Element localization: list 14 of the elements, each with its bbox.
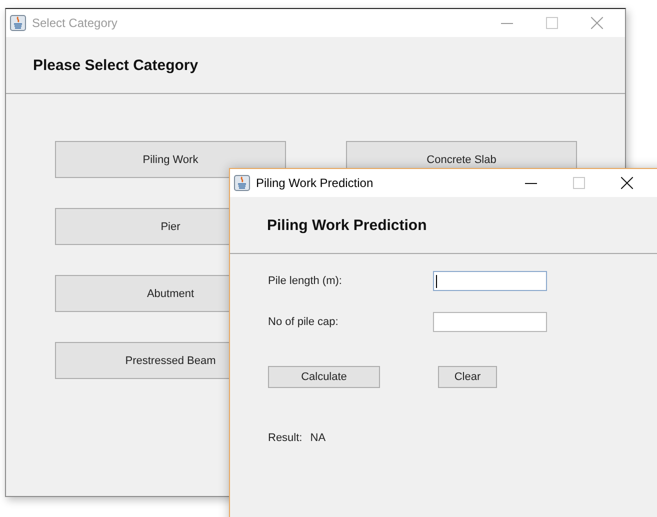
result-label: Result: bbox=[268, 432, 302, 444]
close-icon[interactable] bbox=[621, 177, 633, 189]
action-button[interactable]: Calculate bbox=[268, 366, 380, 388]
window-title: Piling Work Prediction bbox=[256, 176, 374, 190]
maximize-icon[interactable] bbox=[573, 177, 585, 189]
app-icon bbox=[10, 15, 26, 31]
window-title: Select Category bbox=[32, 16, 118, 30]
input-field[interactable] bbox=[433, 271, 547, 291]
action-button[interactable]: Clear bbox=[438, 366, 497, 388]
result-value: NA bbox=[310, 432, 326, 444]
app-icon bbox=[234, 175, 250, 191]
input-field[interactable] bbox=[433, 312, 547, 332]
heading: Please Select Category bbox=[33, 56, 198, 74]
field-label: No of pile cap: bbox=[268, 316, 340, 328]
